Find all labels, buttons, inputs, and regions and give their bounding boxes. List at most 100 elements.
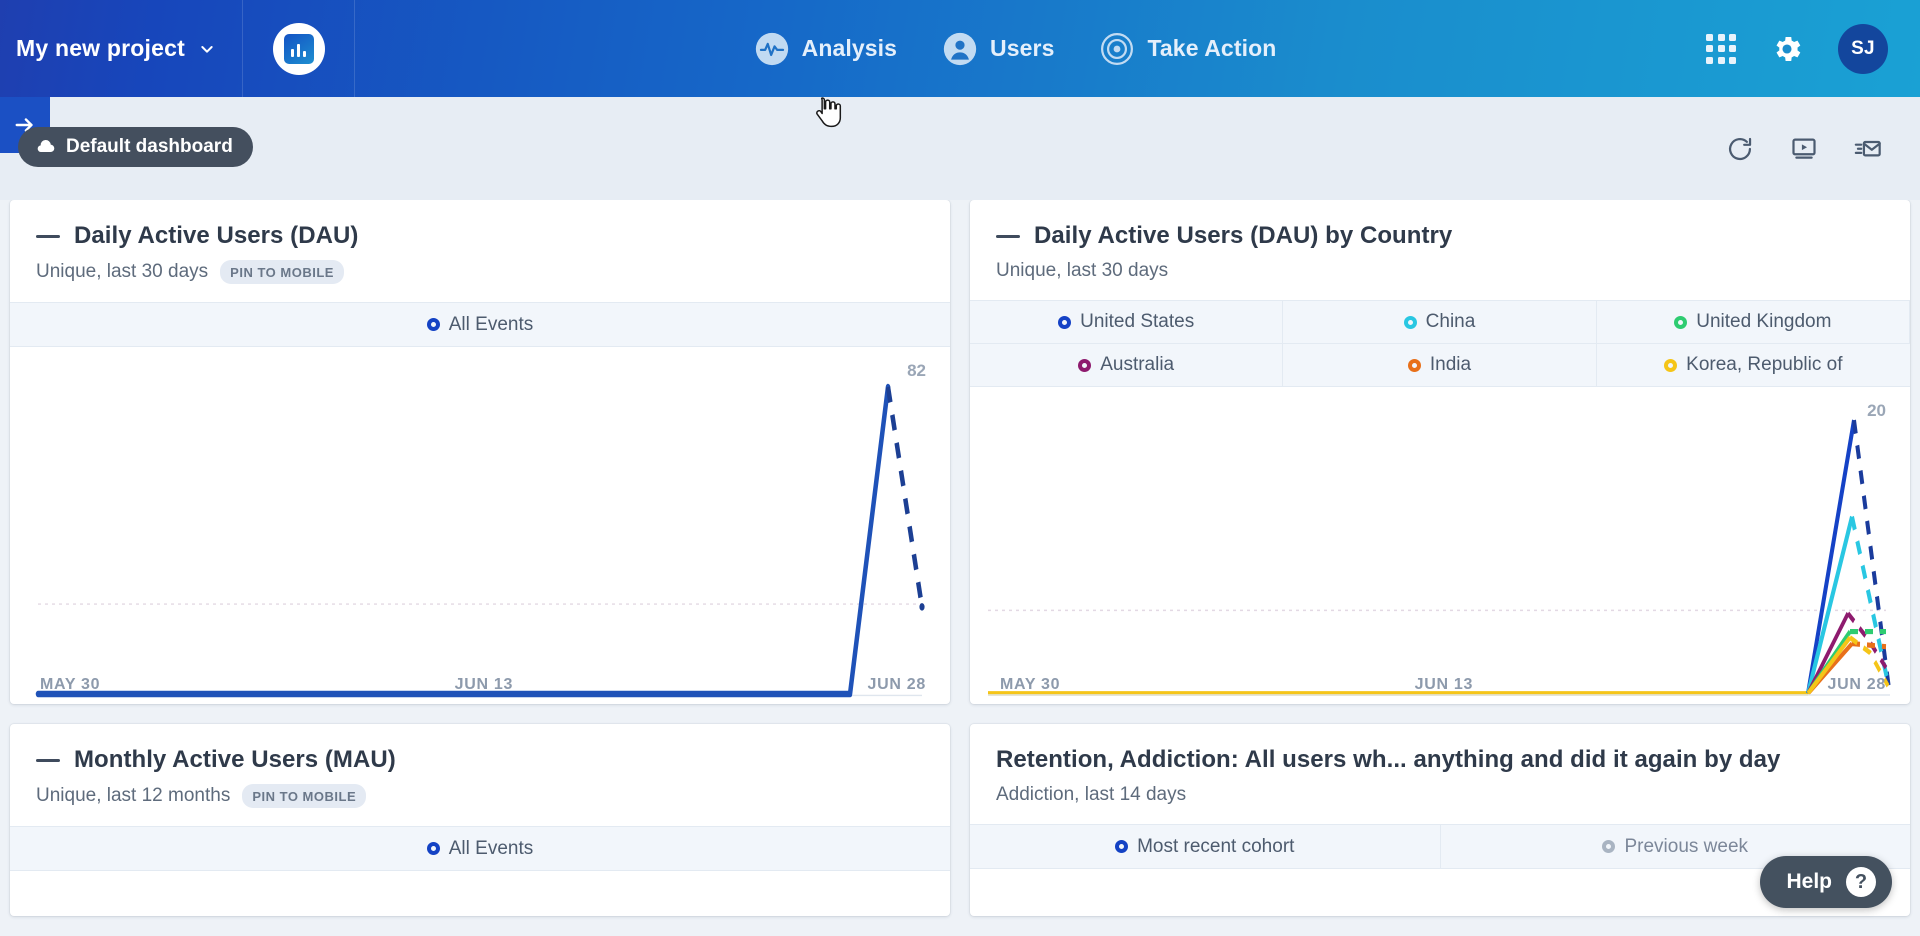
legend-item-india[interactable]: India	[1283, 344, 1597, 387]
project-name: My new project	[16, 35, 185, 61]
page-title: Daily Active Users (DAU)	[74, 222, 359, 249]
x-axis-labels: MAY 30 JUN 13 JUN 28	[1000, 676, 1886, 694]
card-subtitle: Unique, last 30 days	[36, 261, 209, 282]
legend-dot-icon	[1602, 840, 1616, 853]
refresh-icon[interactable]	[1726, 135, 1754, 163]
question-mark-icon: ?	[1846, 867, 1876, 897]
nav-item-take-action-label: Take Action	[1147, 35, 1277, 61]
legend-item-all-events[interactable]: All Events	[10, 827, 950, 870]
avatar[interactable]: SJ	[1838, 23, 1888, 74]
x-tick-label: JUN 13	[1414, 676, 1474, 693]
chart-legend: United States China United Kingdom Austr…	[970, 300, 1910, 387]
chart-plot-dau-country: 20 MAY 30 JUN 13 JUN 28	[970, 387, 1910, 704]
legend-dot-icon	[1403, 315, 1417, 329]
help-label: Help	[1786, 870, 1832, 893]
chevron-down-icon	[201, 45, 213, 53]
card-title-row: Monthly Active Users (MAU)	[36, 746, 924, 774]
toolbar-actions	[1726, 135, 1920, 163]
legend-dot-icon	[1115, 840, 1129, 853]
primary-nav: Analysis Users Take Action	[325, 32, 1706, 66]
legend-item-korea[interactable]: Korea, Republic of	[1596, 344, 1910, 387]
present-play-icon[interactable]	[1790, 135, 1818, 163]
legend-item-china[interactable]: China	[1283, 301, 1597, 344]
email-send-icon[interactable]	[1854, 135, 1882, 163]
minimize-dash-icon[interactable]	[36, 758, 60, 762]
page-title: Retention, Addiction: All users wh... an…	[996, 746, 1781, 773]
card-title-row: Daily Active Users (DAU)	[36, 222, 924, 250]
nav-item-users-label: Users	[990, 35, 1055, 61]
x-tick-label: JUN 28	[1827, 676, 1886, 693]
nav-item-take-action[interactable]: Take Action	[1100, 32, 1276, 66]
x-axis-labels: MAY 30 JUN 13 JUN 28	[40, 676, 926, 694]
nav-right-actions: SJ	[1706, 23, 1920, 74]
card-subtitle-row: Addiction, last 14 days	[996, 784, 1884, 806]
cloud-upload-icon	[37, 139, 55, 153]
legend-label: Most recent cohort	[1137, 835, 1295, 857]
gear-icon[interactable]	[1770, 32, 1804, 66]
legend-label: United Kingdom	[1696, 311, 1832, 332]
chart-plot-dau: 82 MAY 30 JUN 13 JUN 28	[10, 347, 950, 704]
y-max-label: 20	[1867, 401, 1886, 420]
top-navigation-bar: My new project Analysis Users Take Actio…	[0, 0, 1920, 97]
apps-grid-icon[interactable]	[1706, 33, 1736, 64]
bar-chart-logo-icon	[272, 22, 325, 75]
legend-dot-icon	[1407, 358, 1421, 372]
legend-dot-icon	[1674, 315, 1688, 329]
chart-legend: All Events	[10, 302, 950, 347]
card-subtitle: Unique, last 30 days	[996, 260, 1169, 281]
card-subtitle: Addiction, last 14 days	[996, 784, 1187, 805]
card-header: Retention, Addiction: All users wh... an…	[970, 724, 1910, 824]
legend-item-united-states[interactable]: United States	[970, 301, 1284, 344]
card-header: Daily Active Users (DAU) by Country Uniq…	[970, 200, 1910, 300]
legend-dot-icon	[1078, 358, 1092, 372]
minimize-dash-icon[interactable]	[996, 234, 1020, 238]
chart-legend: All Events	[10, 826, 950, 871]
dashboard-name-pill[interactable]: Default dashboard	[18, 127, 253, 167]
x-tick-label: JUN 28	[867, 676, 926, 693]
target-icon	[1101, 32, 1134, 65]
legend-item-most-recent-cohort[interactable]: Most recent cohort	[970, 825, 1441, 868]
minimize-dash-icon[interactable]	[36, 234, 60, 238]
help-button[interactable]: Help ?	[1760, 856, 1892, 908]
card-subtitle: Unique, last 12 months	[36, 785, 231, 806]
legend-item-all-events[interactable]: All Events	[10, 303, 950, 346]
card-title-row: Daily Active Users (DAU) by Country	[996, 222, 1884, 250]
legend-label: All Events	[448, 313, 534, 335]
x-tick-label: MAY 30	[1000, 676, 1061, 693]
avatar-initials: SJ	[1851, 37, 1875, 59]
card-header: Monthly Active Users (MAU) Unique, last …	[10, 724, 950, 826]
legend-dot-icon	[1058, 315, 1072, 329]
card-header: Daily Active Users (DAU) Unique, last 30…	[10, 200, 950, 302]
legend-label: India	[1429, 354, 1472, 375]
legend-label: All Events	[448, 837, 534, 859]
legend-label: Korea, Republic of	[1686, 354, 1843, 375]
project-switcher[interactable]: My new project	[0, 0, 243, 97]
legend-dot-icon	[426, 318, 440, 331]
nav-item-analysis[interactable]: Analysis	[755, 32, 897, 66]
dau-country-line-chart	[988, 419, 1892, 698]
legend-label: Previous week	[1624, 835, 1749, 857]
card-monthly-active-users: Monthly Active Users (MAU) Unique, last …	[10, 724, 950, 916]
dashboard-toolbar: Default dashboard	[0, 97, 1920, 200]
pin-to-mobile-badge[interactable]: PIN TO MOBILE	[220, 260, 344, 284]
x-tick-label: MAY 30	[40, 676, 101, 693]
legend-label: China	[1425, 311, 1476, 332]
page-title: Monthly Active Users (MAU)	[74, 746, 396, 773]
user-circle-icon	[943, 32, 977, 65]
legend-dot-icon	[426, 842, 440, 855]
legend-item-united-kingdom[interactable]: United Kingdom	[1596, 301, 1910, 344]
nav-item-users[interactable]: Users	[943, 32, 1054, 66]
pin-to-mobile-badge[interactable]: PIN TO MOBILE	[242, 784, 367, 808]
legend-item-australia[interactable]: Australia	[970, 344, 1284, 387]
dashboard-name-label: Default dashboard	[66, 136, 233, 157]
nav-item-analysis-label: Analysis	[801, 35, 898, 61]
card-dau-by-country: Daily Active Users (DAU) by Country Uniq…	[970, 200, 1910, 704]
card-subtitle-row: Unique, last 30 days	[996, 260, 1884, 282]
dau-line-chart	[35, 383, 925, 698]
legend-dot-icon	[1664, 358, 1678, 372]
y-max-label: 82	[907, 361, 926, 380]
analysis-pulse-icon	[755, 32, 788, 65]
card-daily-active-users: Daily Active Users (DAU) Unique, last 30…	[10, 200, 950, 704]
legend-label: United States	[1080, 311, 1195, 332]
card-subtitle-row: Unique, last 12 months PIN TO MOBILE	[36, 784, 924, 808]
